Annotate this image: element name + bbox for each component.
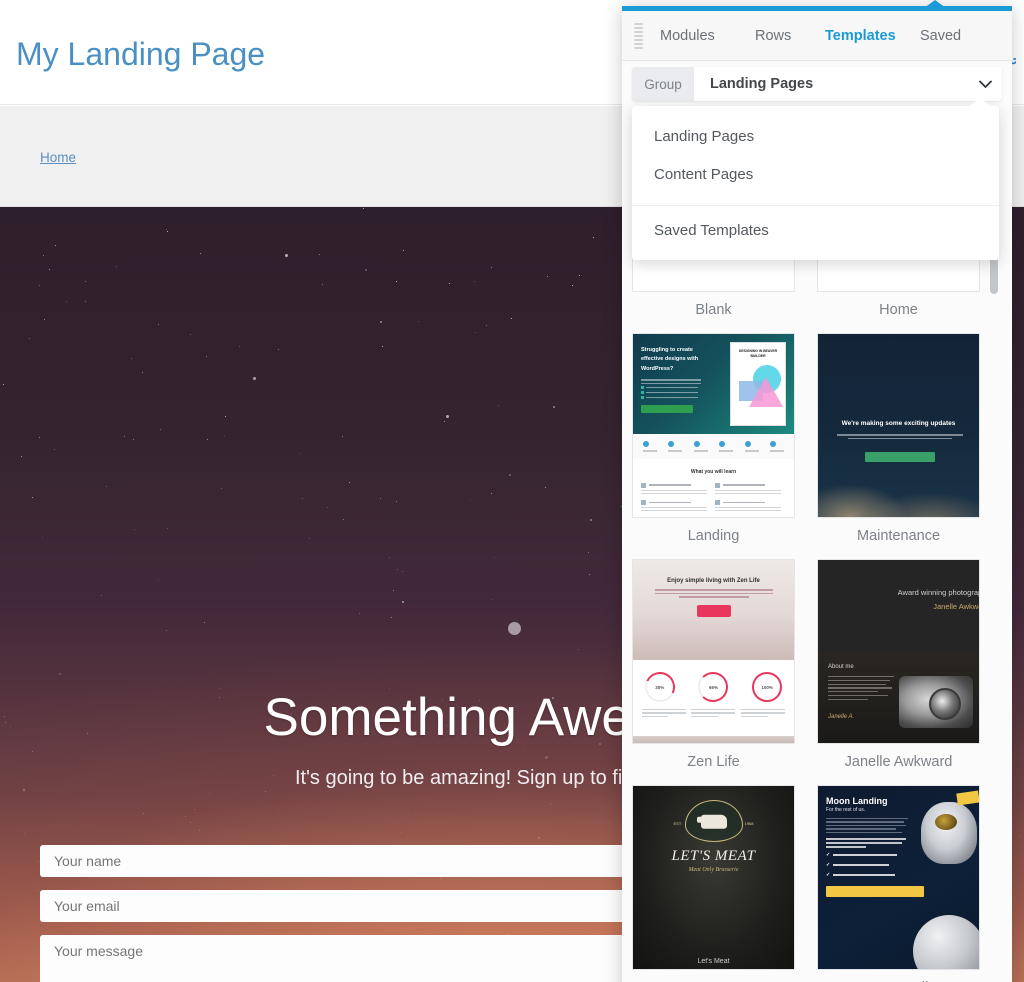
tab-modules[interactable]: Modules (660, 28, 715, 44)
thumb-line-1: Award winning photographer (897, 588, 979, 597)
cow-icon (696, 814, 727, 829)
tab-saved[interactable]: Saved (920, 28, 961, 44)
thumb-book-title: DESIGNING IN BEAVER BUILDER (738, 349, 778, 359)
template-thumbnail[interactable]: Enjoy simple living with Zen Life 30% 66… (632, 559, 795, 744)
flag-icon (956, 790, 979, 806)
template-card-zen-life[interactable]: Enjoy simple living with Zen Life 30% 66… (632, 559, 795, 777)
template-name: Moon Landing (817, 970, 980, 982)
dropdown-option-saved-templates[interactable]: Saved Templates (632, 212, 999, 250)
template-thumbnail[interactable]: Struggling to create effective designs w… (632, 333, 795, 518)
dial-3: 100% (752, 672, 783, 702)
thumb-line-2: Janelle Awkward (933, 602, 979, 611)
tab-rows[interactable]: Rows (755, 28, 791, 44)
thumb-heading: Enjoy simple living with Zen Life (667, 578, 760, 584)
template-thumbnail[interactable]: Moon Landing For the rest of us. ✓ ✓ ✓ (817, 785, 980, 970)
group-select[interactable]: Group Landing Pages (632, 67, 1002, 101)
dropdown-option-content-pages[interactable]: Content Pages (632, 156, 999, 194)
template-thumbnail[interactable]: EST 1968 LET'S MEAT Meat Only Brasserie … (632, 785, 795, 970)
template-card-lets-meat[interactable]: EST 1968 LET'S MEAT Meat Only Brasserie … (632, 785, 795, 982)
template-name: Let's Meat (632, 970, 795, 982)
template-card-janelle-awkward[interactable]: Award winning photographer Janelle Awkwa… (817, 559, 980, 777)
builder-panel: Modules Rows Templates Saved Group Landi… (622, 6, 1012, 982)
thumb-est: EST (673, 821, 682, 826)
template-name: Janelle Awkward (844, 754, 953, 770)
thumb-heading: Struggling to create effective designs w… (641, 347, 699, 372)
group-dropdown-menu: Landing Pages Content Pages Saved Templa… (632, 97, 999, 260)
template-thumbnail[interactable]: Award winning photographer Janelle Awkwa… (817, 559, 980, 744)
thumb-heading: We're making some exciting updates (841, 420, 956, 427)
panel-tab-bar: Modules Rows Templates Saved (622, 11, 1012, 61)
thumb-section-title: What you will learn (690, 468, 737, 475)
dropdown-arrow-icon (969, 97, 991, 107)
planet-dot-icon (508, 622, 521, 635)
group-select-value: Landing Pages (710, 76, 814, 92)
dropdown-separator (632, 205, 999, 206)
template-name: Home (879, 302, 918, 318)
thumb-logo: LET'S MEAT (671, 848, 756, 864)
chevron-down-icon[interactable] (968, 77, 1002, 92)
thumb-about: About me (828, 664, 854, 670)
dropdown-option-landing-pages[interactable]: Landing Pages (632, 118, 999, 156)
template-name: Zen Life (687, 754, 740, 770)
template-name: Landing (687, 528, 740, 544)
template-card-landing[interactable]: Struggling to create effective designs w… (632, 333, 795, 551)
thumb-caption: Let's Meat (697, 958, 730, 965)
dial-1: 30% (640, 667, 680, 707)
tab-templates[interactable]: Templates (825, 28, 896, 44)
template-card-moon-landing[interactable]: Moon Landing For the rest of us. ✓ ✓ ✓ M… (817, 785, 980, 982)
astronaut-icon (921, 802, 977, 864)
thumb-year: 1968 (744, 821, 754, 826)
template-name: Blank (695, 302, 732, 318)
template-card-maintenance[interactable]: We're making some exciting updates Maint… (817, 333, 980, 551)
template-name: Maintenance (856, 528, 941, 544)
drag-handle-icon[interactable] (634, 23, 643, 49)
panel-pointer-arrow-icon (920, 0, 950, 11)
thumb-sub: Meat Only Brasserie (688, 867, 739, 873)
nav-item-home[interactable]: Home (40, 150, 76, 165)
dial-2: 66% (698, 672, 729, 702)
template-thumbnail[interactable]: We're making some exciting updates (817, 333, 980, 518)
moon-icon (913, 915, 979, 969)
group-select-label: Group (632, 67, 694, 101)
screen: My Landing Page Home Something Awesome I… (0, 0, 1024, 982)
page-title: My Landing Page (16, 36, 266, 72)
